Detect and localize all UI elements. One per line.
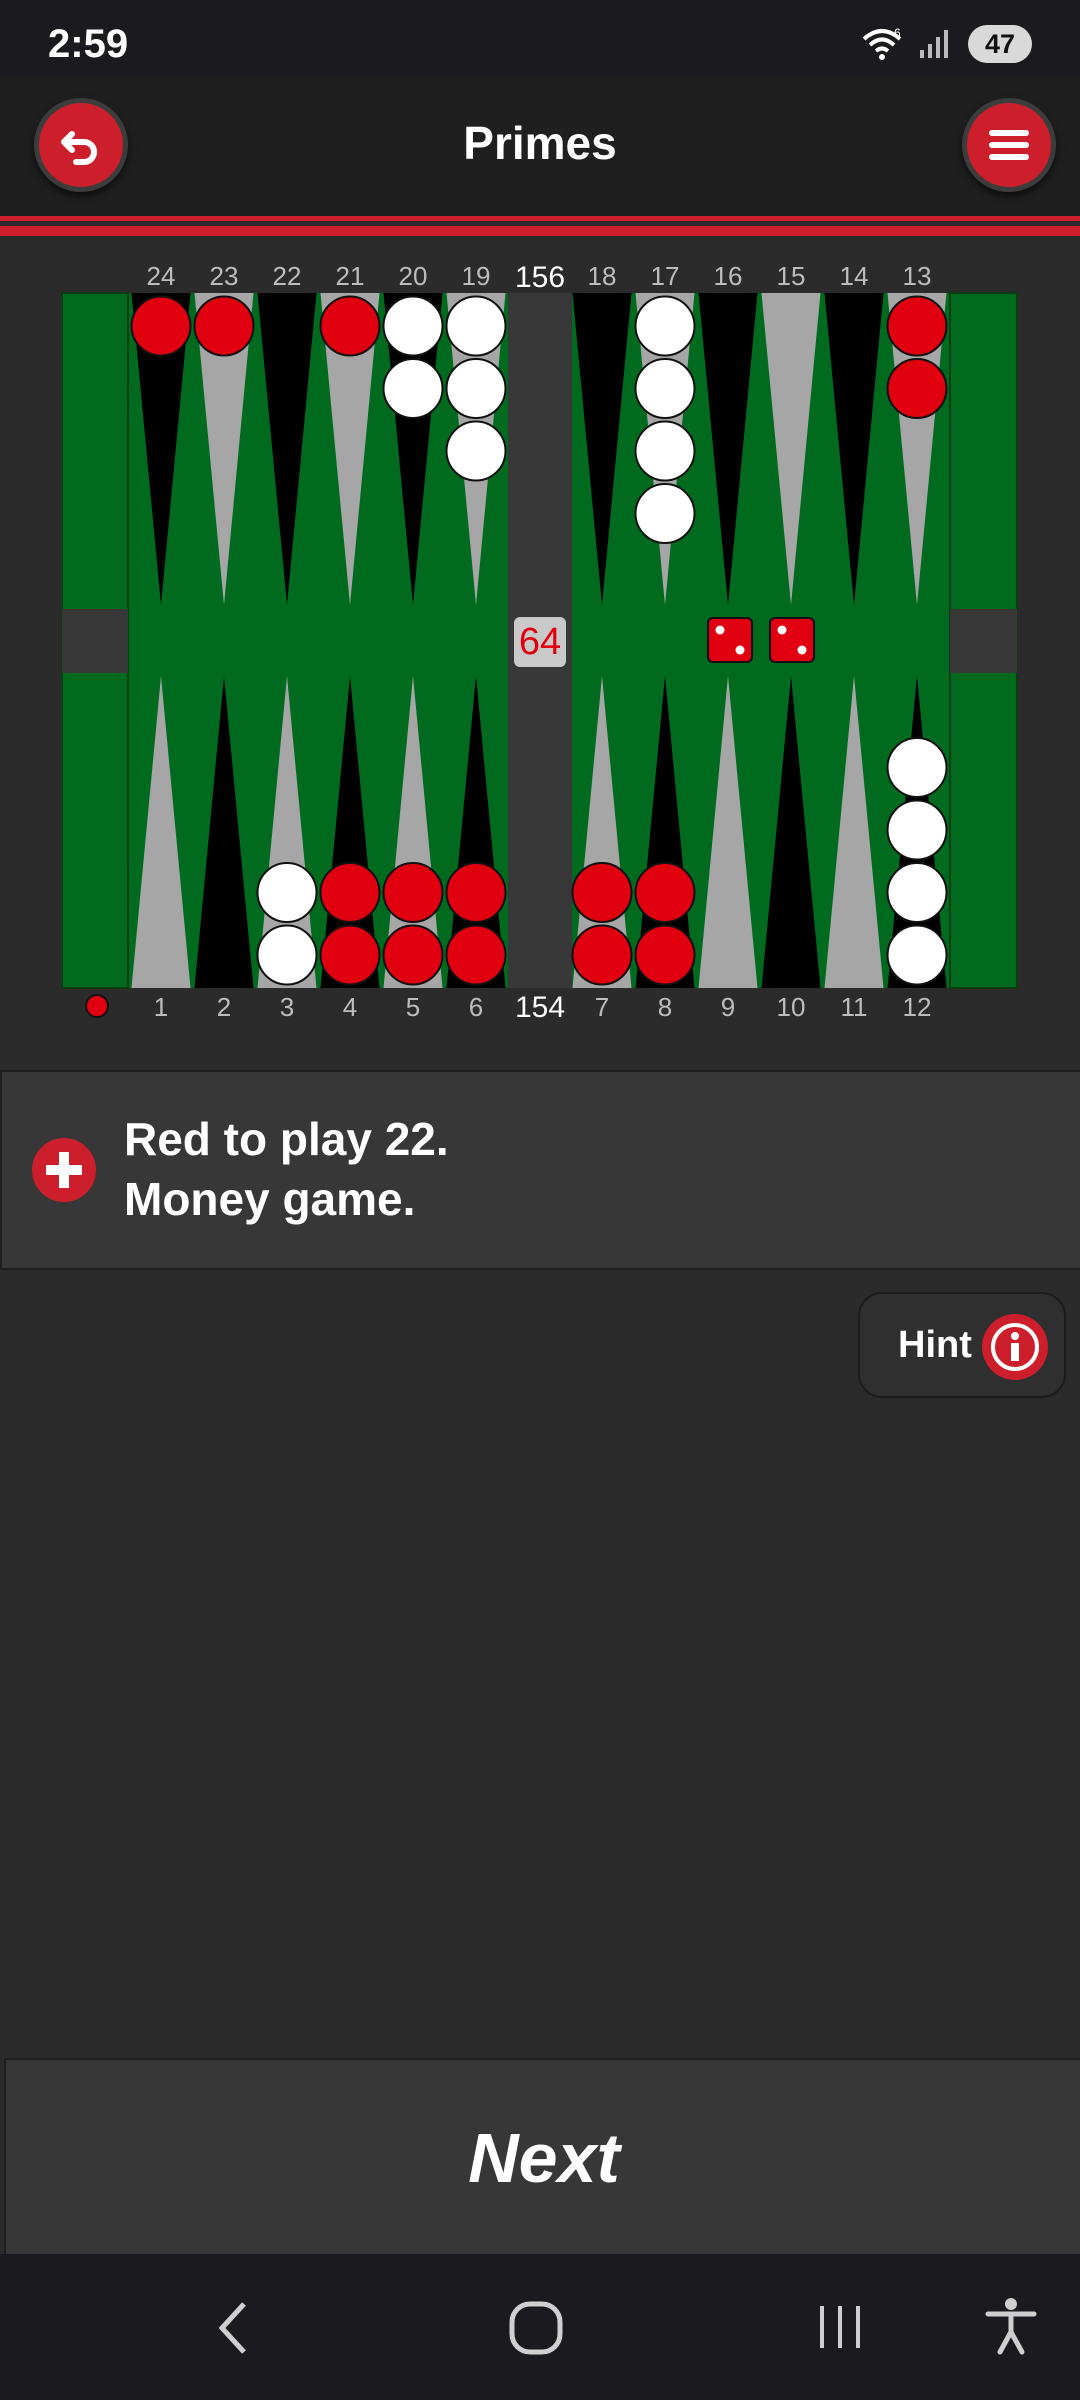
point-number-label: 13 [903, 261, 932, 291]
wifi-icon: 6 [862, 27, 902, 60]
hamburger-menu-icon [989, 130, 1029, 160]
message-line-2: Money game. [124, 1173, 416, 1225]
point-number-label: 12 [903, 992, 932, 1022]
point-number-label: 24 [147, 261, 176, 291]
red-checker[interactable] [319, 862, 381, 923]
white-checker[interactable] [256, 924, 318, 986]
red-checker[interactable] [382, 924, 444, 986]
red-checker[interactable] [193, 295, 255, 357]
white-checker[interactable] [634, 295, 696, 357]
red-checker[interactable] [634, 924, 696, 986]
home-circle-icon[interactable] [508, 2300, 564, 2356]
point-number-label: 6 [469, 992, 483, 1022]
signal-icon [920, 30, 948, 58]
red-checker[interactable] [319, 924, 381, 986]
point-number-label: 1 [154, 992, 168, 1022]
point-number-label: 19 [462, 261, 491, 291]
status-icons: 6 47 [862, 24, 1032, 64]
red-checker[interactable] [634, 862, 696, 923]
point-number-label: 7 [595, 992, 609, 1022]
white-checker[interactable] [634, 420, 696, 482]
white-checker[interactable] [382, 358, 444, 419]
left-tray-divider [62, 609, 128, 673]
plus-icon [32, 1138, 96, 1202]
pip-count-top: 156 [515, 261, 565, 294]
wifi-badge: 6 [894, 27, 901, 40]
point-number-label: 23 [210, 261, 239, 291]
red-checker[interactable] [571, 924, 633, 986]
point-number-label: 8 [658, 992, 672, 1022]
point-number-label: 14 [840, 261, 869, 291]
point-number-label: 20 [399, 261, 428, 291]
next-button[interactable]: Next [4, 2058, 1080, 2256]
white-checker[interactable] [634, 358, 696, 419]
die-pip [735, 645, 745, 655]
turn-indicator [85, 994, 109, 1018]
hint-label: Hint [898, 1324, 972, 1366]
red-checker[interactable] [571, 862, 633, 923]
point-number-label: 10 [777, 992, 806, 1022]
point-number-label: 15 [777, 261, 806, 291]
point-number-label: 16 [714, 261, 743, 291]
info-icon [982, 1314, 1048, 1380]
header-divider [0, 216, 1080, 236]
menu-button[interactable] [962, 98, 1056, 192]
point-number-label: 5 [406, 992, 420, 1022]
pip-count-bottom: 154 [515, 991, 565, 1024]
app-bar: Primes [0, 78, 1080, 216]
point-number-label: 18 [588, 261, 617, 291]
point-number-label: 4 [343, 992, 357, 1022]
white-checker[interactable] [886, 924, 948, 986]
point-number-label: 3 [280, 992, 294, 1022]
red-checker[interactable] [445, 862, 507, 923]
point-number-label: 11 [841, 992, 868, 1022]
red-checker[interactable] [130, 295, 192, 357]
white-checker[interactable] [445, 295, 507, 357]
next-label: Next [468, 2119, 620, 2197]
white-checker[interactable] [445, 358, 507, 419]
position-message: Red to play 22. Money game. [0, 1070, 1080, 1270]
backgammon-board[interactable]: 2412322232142051961871781691510141113121… [0, 236, 1080, 1070]
hint-button[interactable]: Hint [858, 1292, 1066, 1398]
recents-bars-icon[interactable] [816, 2302, 866, 2352]
die-pip [715, 625, 725, 635]
red-checker[interactable] [886, 295, 948, 357]
red-checker[interactable] [445, 924, 507, 986]
battery-indicator: 47 [968, 25, 1032, 63]
red-checker[interactable] [319, 295, 381, 357]
white-checker[interactable] [445, 420, 507, 482]
back-chevron-icon[interactable] [214, 2300, 254, 2356]
white-checker[interactable] [634, 483, 696, 544]
message-line-1: Red to play 22. [124, 1113, 449, 1165]
point-number-label: 2 [217, 992, 231, 1022]
die-pip [797, 645, 807, 655]
die-pip [777, 625, 787, 635]
die-2 [769, 617, 815, 663]
point-number-label: 22 [273, 261, 302, 291]
red-checker[interactable] [886, 358, 948, 419]
doubling-cube-value: 64 [519, 621, 561, 663]
navigation-bar [0, 2254, 1080, 2400]
point-number-label: 9 [721, 992, 735, 1022]
white-checker[interactable] [382, 295, 444, 357]
page-title: Primes [463, 117, 617, 169]
right-tray-divider [950, 609, 1017, 673]
white-checker[interactable] [886, 799, 948, 861]
status-bar: 2:59 6 47 [0, 0, 1080, 78]
point-number-label: 21 [336, 261, 365, 291]
white-checker[interactable] [886, 737, 948, 798]
accessibility-icon[interactable] [984, 2296, 1038, 2356]
red-checker[interactable] [382, 862, 444, 923]
status-time: 2:59 [48, 22, 129, 66]
white-checker[interactable] [256, 862, 318, 923]
die-1 [707, 617, 753, 663]
point-number-label: 17 [651, 261, 680, 291]
white-checker[interactable] [886, 862, 948, 923]
